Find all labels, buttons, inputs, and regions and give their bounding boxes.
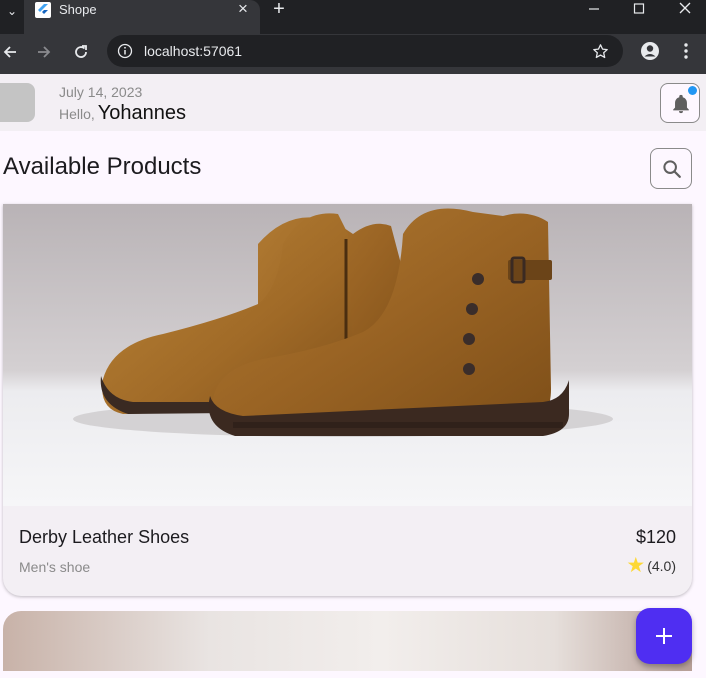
plus-icon (656, 628, 672, 644)
flutter-favicon-icon (35, 2, 51, 18)
add-product-button[interactable] (636, 608, 692, 664)
bookmark-star-icon[interactable] (589, 40, 611, 62)
site-info-icon[interactable] (116, 42, 134, 60)
product-price: $120 (635, 527, 676, 547)
profile-icon[interactable] (639, 40, 661, 62)
search-icon (663, 160, 681, 178)
rating-value: (4.0) (647, 558, 676, 574)
app-header: July 14, 2023 Hello, Yohannes (0, 74, 706, 131)
tab-title: Shope (59, 2, 97, 17)
star-icon: ★ (626, 554, 646, 577)
current-date: July 14, 2023 (59, 84, 143, 100)
new-tab-plus-icon[interactable]: + (268, 0, 290, 19)
minimize-icon[interactable] (582, 0, 606, 18)
address-bar[interactable]: localhost:57061 (107, 35, 623, 67)
product-card-next[interactable] (3, 611, 692, 671)
section-title: Available Products (3, 153, 202, 180)
forward-arrow-icon[interactable] (30, 38, 58, 66)
bell-icon (673, 94, 689, 114)
tab-search-chevron-down-icon[interactable]: ⌄ (0, 0, 24, 22)
greeting-hello: Hello, (59, 106, 95, 122)
avatar[interactable] (0, 83, 35, 122)
window-close-icon[interactable] (673, 0, 697, 18)
maximize-icon[interactable] (627, 0, 651, 18)
product-image (3, 204, 692, 506)
product-rating: ★ (4.0) (626, 554, 676, 577)
back-arrow-icon[interactable] (0, 38, 24, 66)
browser-tab[interactable]: Shope × (24, 0, 260, 34)
product-name: Derby Leather Shoes (19, 527, 190, 547)
greeting: Hello, Yohannes (59, 102, 186, 125)
user-name: Yohannes (97, 102, 187, 124)
browser-tab-strip: ⌄ Shope × + (0, 0, 706, 34)
notification-button[interactable] (660, 83, 700, 123)
tab-close-icon[interactable]: × (234, 0, 252, 18)
reload-icon[interactable] (67, 38, 95, 66)
search-button[interactable] (650, 148, 692, 189)
product-card[interactable]: Derby Leather Shoes $120 Men's shoe ★ (4… (3, 204, 692, 596)
browser-toolbar: localhost:57061 (0, 34, 706, 74)
url-text: localhost:57061 (144, 43, 243, 59)
product-category: Men's shoe (19, 559, 91, 575)
notification-badge (688, 86, 697, 95)
more-menu-icon[interactable] (676, 40, 696, 62)
